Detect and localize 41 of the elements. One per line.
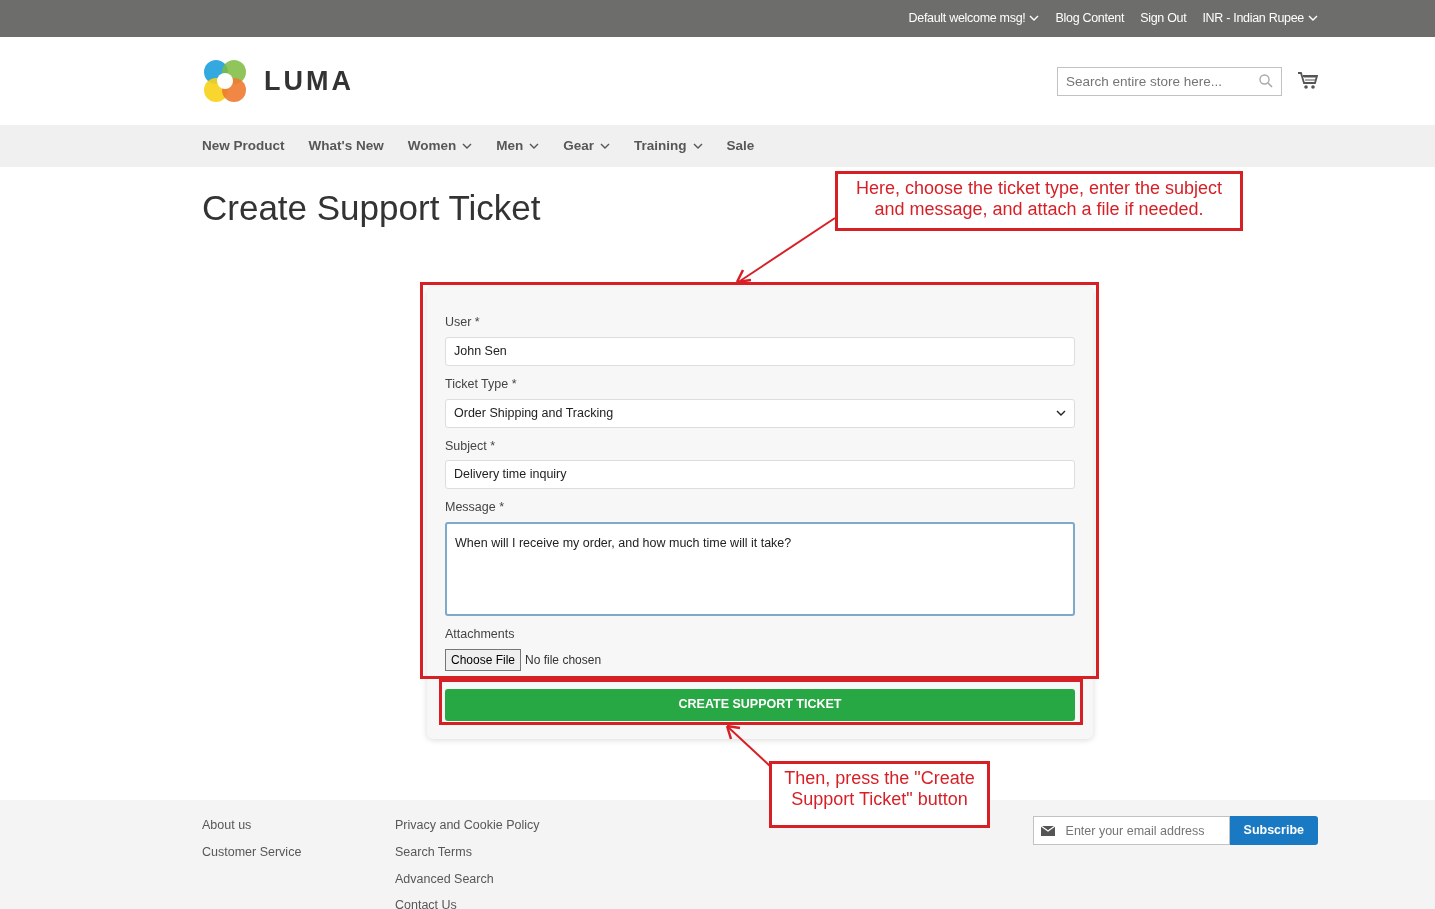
choose-file-button[interactable]: Choose File: [445, 648, 522, 671]
callout-note: Then, press the "Create Support Ticket" button: [769, 761, 990, 828]
logo-icon: [202, 58, 248, 104]
footer-link[interactable]: Privacy and Cookie Policy: [395, 816, 540, 835]
file-status: No file chosen: [525, 651, 602, 669]
cart-icon[interactable]: [1298, 72, 1318, 90]
caret-icon: [1056, 409, 1066, 417]
field-label: Attachments: [445, 626, 516, 643]
nav-item[interactable]: What's New: [308, 135, 384, 157]
top-link[interactable]: Blog Content: [1055, 9, 1125, 28]
field-label: Ticket Type *: [445, 375, 518, 393]
footer-link[interactable]: Contact Us: [395, 896, 457, 909]
message-field[interactable]: When will I receive my order, and how much time will it take?: [445, 522, 1075, 616]
search-icon: [1259, 74, 1273, 88]
pointer-arrow: [725, 724, 771, 767]
top-link[interactable]: Default welcome msg!: [908, 9, 1040, 28]
subscribe-button[interactable]: Subscribe: [1229, 816, 1318, 845]
top-link[interactable]: INR - Indian Rupee: [1202, 9, 1318, 28]
top-link[interactable]: Sign Out: [1140, 9, 1187, 28]
field-label: Message *: [445, 499, 506, 517]
page-title: Create Support Ticket: [202, 187, 541, 229]
select-field[interactable]: Order Shipping and Tracking: [445, 398, 1075, 428]
footer-link[interactable]: About us: [202, 816, 252, 835]
text-field[interactable]: Delivery time inquiry: [445, 460, 1075, 490]
field-label: Subject *: [445, 437, 497, 455]
footer-link[interactable]: Advanced Search: [395, 869, 494, 889]
footer-link[interactable]: Search Terms: [395, 842, 472, 862]
callout-note: Here, choose the ticket type, enter the subject and message, and attach a file if needed.: [835, 171, 1243, 231]
nav-item[interactable]: Training: [634, 135, 703, 157]
email-field[interactable]: Enter your email address: [1032, 816, 1230, 845]
nav-item[interactable]: Women: [407, 135, 473, 157]
nav-item[interactable]: Gear: [563, 135, 611, 157]
logo-text: LUMA: [264, 64, 354, 98]
nav-item[interactable]: New Product: [202, 135, 285, 157]
nav-item[interactable]: Sale: [726, 135, 755, 157]
envelope-icon: [1040, 825, 1055, 836]
footer-link[interactable]: Customer Service: [202, 842, 302, 862]
field-label: User *: [445, 314, 481, 331]
search-field[interactable]: Search entire store here...: [1057, 66, 1282, 96]
nav-item[interactable]: Men: [496, 135, 540, 157]
text-field[interactable]: John Sen: [445, 336, 1075, 366]
